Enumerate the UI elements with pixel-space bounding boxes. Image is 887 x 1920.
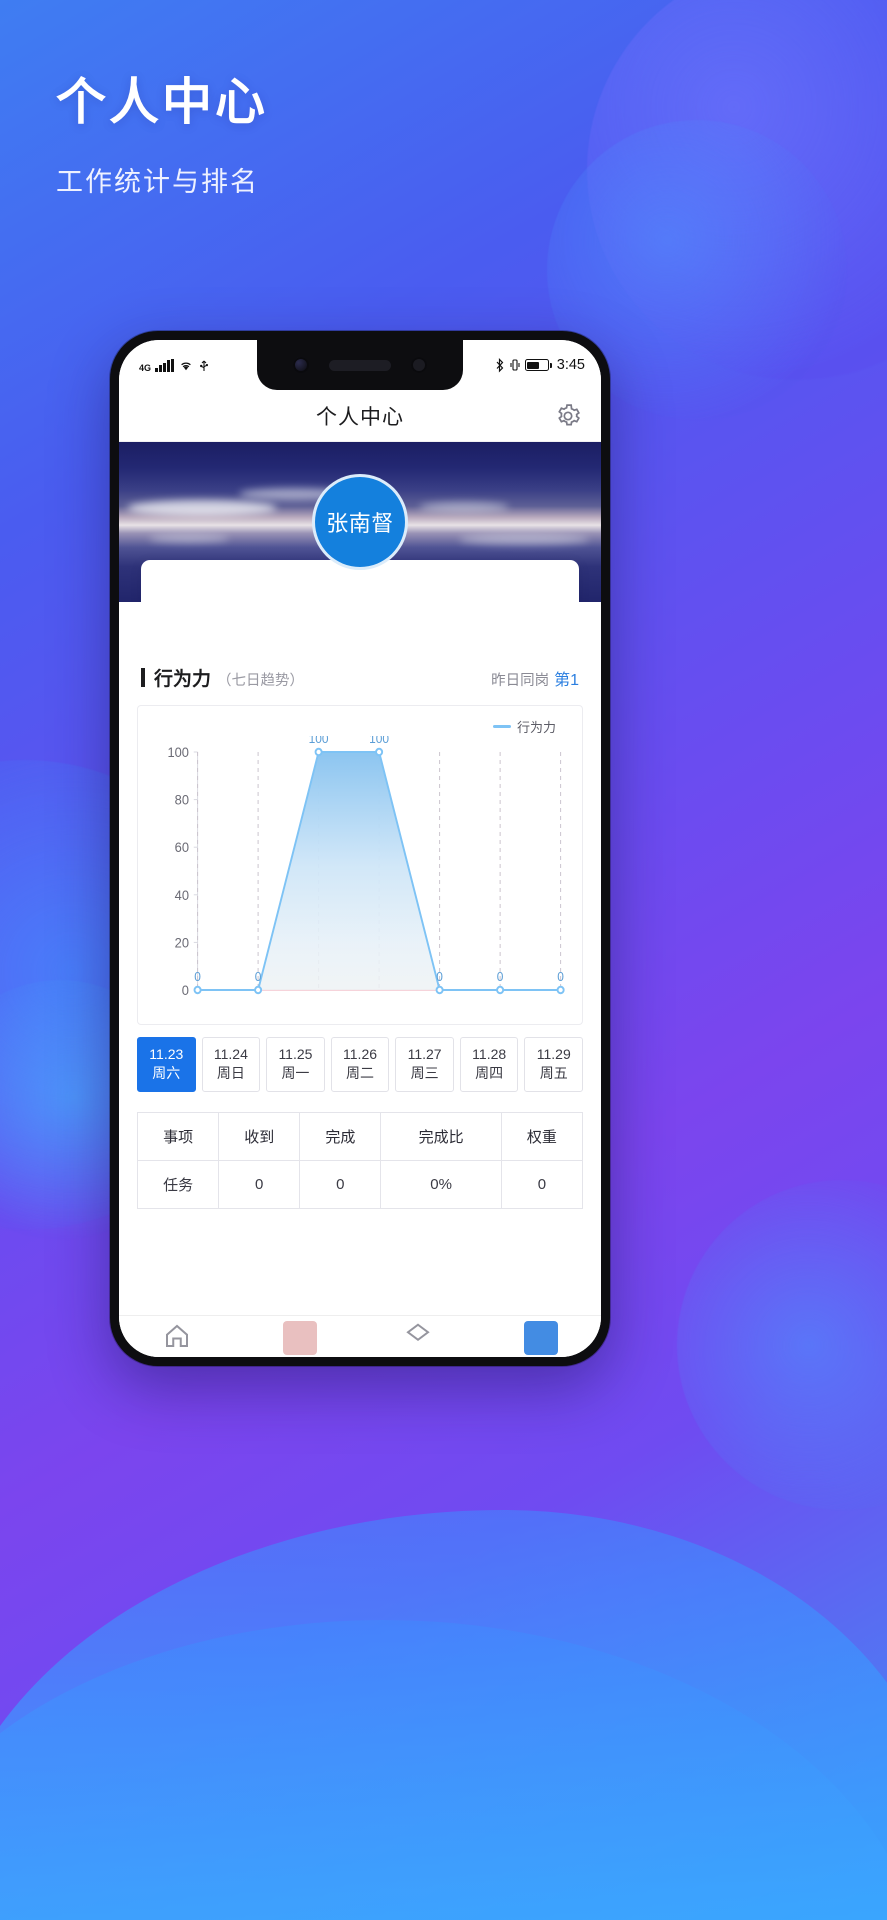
table-header-cell: 权重 [500,1111,584,1161]
chart-legend[interactable]: 行为力 [146,716,574,736]
table-header-cell: 收到 [218,1111,301,1161]
date-tab-weekday: 周一 [281,1064,310,1081]
date-tab[interactable]: 11.28 周四 [459,1037,519,1092]
svg-text:100: 100 [369,736,389,746]
table-cell: 任务 [136,1159,220,1209]
hero-headline: 个人中心 工作统计与排名 [56,62,268,199]
date-tab-date: 11.23 [149,1046,184,1062]
section-accent-bar [141,668,145,687]
phone-notch [257,340,463,390]
decorative-blob [677,1180,887,1510]
date-tab-weekday: 周四 [475,1064,504,1081]
svg-text:0: 0 [182,983,189,998]
network-type-label: 4G [139,362,152,373]
svg-text:80: 80 [175,792,189,807]
date-tab[interactable]: 11.29 周五 [524,1037,584,1092]
svg-text:0: 0 [194,970,201,984]
usb-icon [199,360,208,371]
date-tab-weekday: 周六 [152,1064,181,1081]
statistics-table: 事项 收到 完成 完成比 权重 任务 0 0 0% 0 [136,1111,584,1209]
date-tab-date: 11.26 [343,1046,378,1062]
date-tab-date: 11.25 [278,1046,313,1062]
chart-plot-area: 0 20 40 60 80 100 0 0 100 100 0 0 0 [146,736,574,1018]
date-tab-date: 11.29 [536,1046,571,1062]
table-cell: 0 [218,1159,301,1209]
legend-color-swatch [492,724,511,728]
svg-text:100: 100 [167,745,189,760]
vibrate-icon [510,359,520,371]
date-tab[interactable]: 11.26 周二 [330,1037,390,1092]
date-tab-date: 11.27 [407,1046,442,1062]
date-tab-date: 11.24 [213,1046,248,1062]
date-tab[interactable]: 11.23 周六 [137,1037,196,1092]
svg-text:0: 0 [255,970,262,984]
wifi-icon [180,362,191,371]
table-cell: 0% [380,1159,502,1209]
table-header-cell: 完成比 [380,1111,502,1161]
cloud-decoration [459,534,589,545]
cloud-decoration [419,502,509,512]
date-tab-weekday: 周二 [346,1064,375,1081]
nav-messages-icon[interactable] [282,1321,317,1355]
date-tab-date: 11.28 [472,1046,507,1062]
date-tab[interactable]: 11.25 周一 [266,1037,325,1092]
date-tab-list: 11.23 周六 11.24 周日 11.25 周一 11.26 周二 11.27 周三 11.28… [119,1025,601,1098]
phone-screen: 4G 3:45 个人中心 张南督 行为力 （七日趋势） 昨日同岗 第1 行为力 … [119,340,601,1357]
svg-text:100: 100 [309,736,329,746]
chart-card: 行为力 0 20 40 60 80 100 0 0 100 100 0 0 0 [137,705,583,1025]
avatar[interactable]: 张南督 [312,474,408,570]
app-header: 个人中心 [119,390,601,442]
nav-reports-icon[interactable] [403,1321,438,1355]
date-tab-weekday: 周三 [410,1064,439,1081]
cloud-decoration [149,534,229,543]
bluetooth-icon [496,357,504,372]
table-cell: 0 [299,1159,382,1209]
rank-label: 昨日同岗 [491,673,550,689]
svg-text:0: 0 [497,970,504,984]
page-title: 个人中心 [316,405,404,429]
hero-subtitle: 工作统计与排名 [56,167,259,197]
section-title: 行为力 [154,669,212,690]
svg-text:60: 60 [175,840,189,855]
table-header-row: 事项 收到 完成 完成比 权重 [136,1111,584,1161]
rank-value: 第1 [554,672,579,689]
section-header: 行为力 （七日趋势） 昨日同岗 第1 [119,664,601,691]
gear-icon[interactable] [555,403,581,429]
svg-text:0: 0 [436,970,443,984]
status-time: 3:45 [556,357,585,373]
table-row: 任务 0 0 0% 0 [136,1159,584,1209]
date-tab[interactable]: 11.24 周日 [201,1037,261,1092]
svg-text:0: 0 [557,970,564,984]
nav-home-icon[interactable] [162,1321,197,1355]
battery-icon [524,359,552,371]
table-header-cell: 完成 [299,1111,382,1161]
behavior-power-area-chart: 0204060801000 0100 1000 0 0 [167,736,565,998]
svg-text:40: 40 [175,888,189,903]
cloud-decoration [127,500,277,516]
main-content: 行为力 （七日趋势） 昨日同岗 第1 行为力 0 20 40 60 80 100 0 0 100… [119,602,601,1209]
signal-bars-icon [155,358,174,372]
profile-banner: 张南 营部-督导 总经办 张南督 [119,442,601,602]
hero-title: 个人中心 [56,74,268,130]
front-camera-icon [293,357,309,373]
table-cell: 0 [500,1159,584,1209]
phone-mockup: 4G 3:45 个人中心 张南督 行为力 （七日趋势） 昨日同岗 第1 行为力 … [110,331,610,1366]
earpiece-speaker [329,359,391,371]
bottom-navigation[interactable] [119,1315,601,1357]
date-tab-weekday: 周日 [216,1064,245,1081]
section-subtitle: （七日趋势） [217,673,305,689]
date-tab-weekday: 周五 [539,1064,568,1081]
svg-text:20: 20 [175,935,189,950]
table-header-cell: 事项 [136,1111,220,1161]
date-tab[interactable]: 11.27 周三 [395,1037,454,1092]
nav-profile-icon[interactable] [523,1321,558,1355]
decorative-wave [0,1510,887,1920]
legend-label: 行为力 [516,719,556,735]
sensor-icon [411,357,427,373]
